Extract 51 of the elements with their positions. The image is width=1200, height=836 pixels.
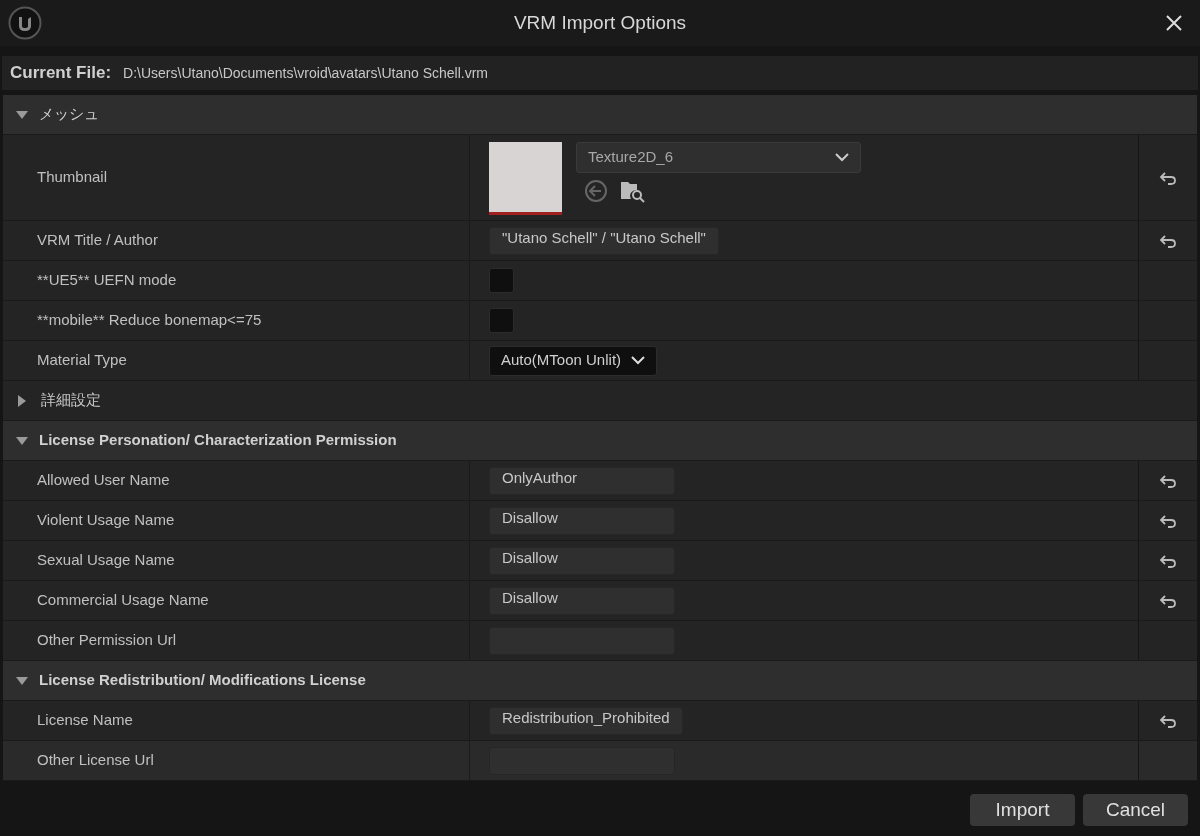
text-field[interactable]: "Utano Schell" / "Utano Schell" [489,226,719,255]
chevron-down-icon [835,153,849,162]
reset-arrow-icon[interactable] [1159,553,1177,568]
current-file-path: D:\Users\Utano\Documents\vroid\avatars\Utano Schell.vrm [123,63,488,83]
reset-arrow-icon[interactable] [1159,713,1177,728]
section-header[interactable]: License Redistribution/ Modifications License [3,661,1197,701]
text-field[interactable]: Disallow [489,506,675,535]
expanded-triangle-icon[interactable] [15,109,29,120]
property-label: Other License Url [37,750,154,771]
property-label: **UE5** UEFN mode [37,270,177,291]
group-row[interactable]: 詳細設定 [3,381,1197,421]
property-label: License Name [37,710,133,731]
property-label: **mobile** Reduce bonemap<=75 [37,310,262,331]
property-label: Commercial Usage Name [37,590,209,611]
checkbox[interactable] [489,308,514,333]
texture-dropdown[interactable]: Texture2D_6 [576,142,861,173]
property-label: Allowed User Name [37,470,170,491]
checkbox[interactable] [489,268,514,293]
reset-arrow-icon[interactable] [1159,473,1177,488]
current-file-label: Current File: [10,62,112,85]
reset-arrow-icon[interactable] [1159,170,1177,185]
group-label: 詳細設定 [41,390,101,411]
text-field[interactable]: Disallow [489,546,675,575]
expanded-triangle-icon[interactable] [15,675,29,686]
material-type-dropdown[interactable]: Auto(MToon Unlit) [489,345,658,376]
property-label: Thumbnail [37,167,108,188]
close-icon [1165,14,1183,32]
text-field[interactable]: OnlyAuthor [489,466,675,495]
browse-folder-icon[interactable] [620,179,646,203]
collapsed-triangle-icon[interactable] [17,393,27,408]
expanded-triangle-icon[interactable] [15,435,29,446]
cancel-button[interactable]: Cancel [1083,794,1188,826]
property-label: VRM Title / Author [37,230,158,251]
section-header[interactable]: License Personation/ Characterization Permission [3,421,1197,461]
property-label: Violent Usage Name [37,510,175,531]
window-title: VRM Import Options [513,10,687,35]
text-field[interactable]: Redistribution_Prohibited [489,706,683,735]
section-header[interactable]: メッシュ [3,95,1197,135]
property-label: Other Permission Url [37,630,177,651]
engine-logo-icon [8,6,42,40]
import-button[interactable]: Import [970,794,1075,826]
reset-arrow-icon[interactable] [1159,593,1177,608]
property-label: Material Type [37,350,127,371]
section-title: License Personation/ Characterization Permission [39,430,397,451]
chevron-down-icon [631,356,646,365]
property-label: Sexual Usage Name [37,550,175,571]
reset-arrow-icon[interactable] [1159,233,1177,248]
section-title: メッシュ [39,104,99,125]
section-title: License Redistribution/ Modifications License [39,670,366,691]
reset-arrow-icon[interactable] [1159,513,1177,528]
text-field[interactable]: Disallow [489,586,675,615]
